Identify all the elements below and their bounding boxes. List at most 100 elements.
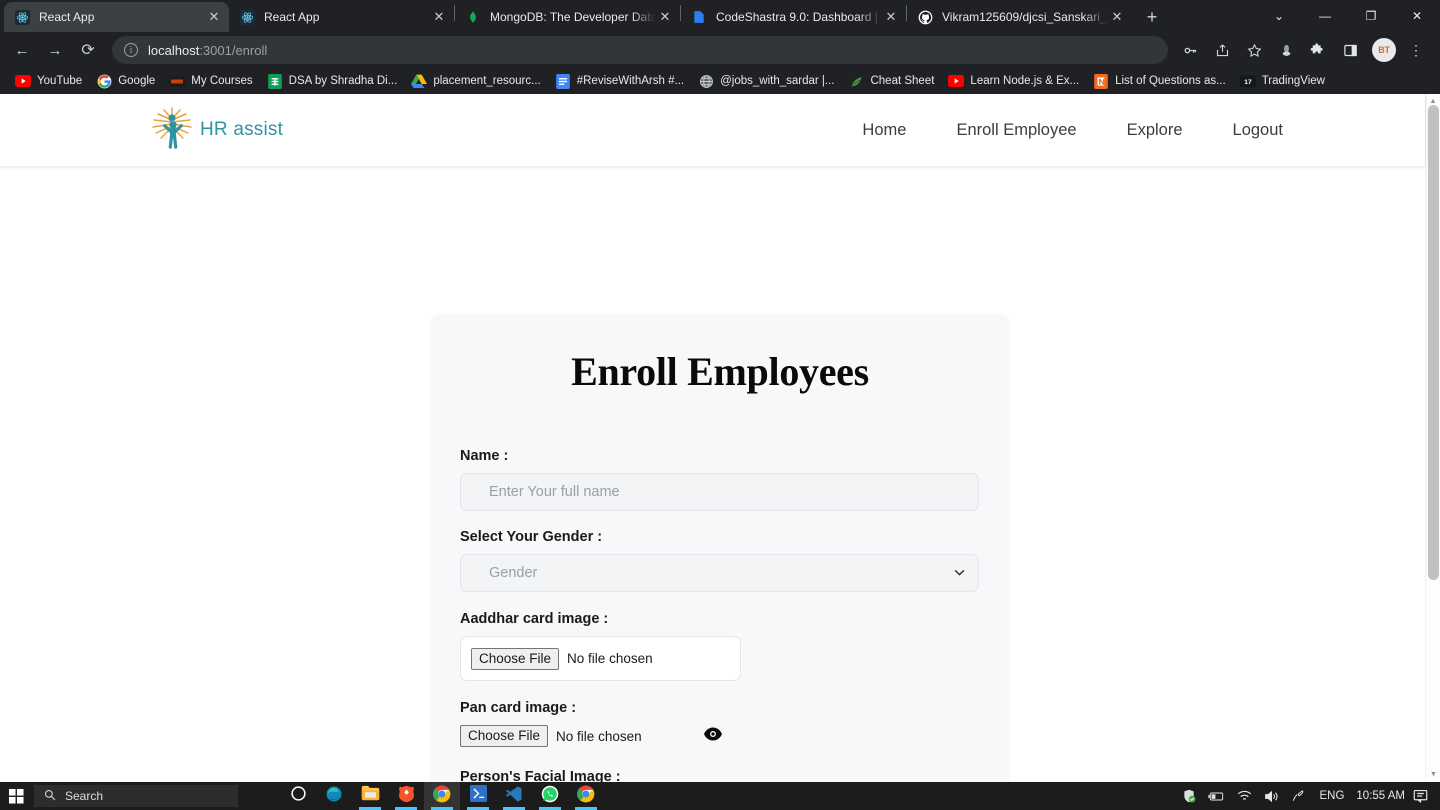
bookmark-revise-with-arsh[interactable]: #ReviseWithArsh #... (548, 71, 691, 91)
battery-icon[interactable] (1208, 791, 1225, 802)
notification-icon[interactable] (1413, 789, 1428, 803)
language-indicator[interactable]: ENG (1319, 790, 1344, 802)
share-icon[interactable] (1209, 37, 1235, 63)
profile-avatar[interactable]: BT (1372, 38, 1396, 62)
gender-select[interactable]: Gender (460, 554, 979, 592)
bookmark-my-courses[interactable]: My Courses (162, 71, 259, 91)
browser-tab-0[interactable]: React App ✕ (4, 2, 229, 32)
site-logo[interactable]: HR assist (150, 106, 283, 154)
clock[interactable]: 10:55 AM (1356, 790, 1405, 802)
window-controls: ⌄ — ❐ ✕ (1256, 0, 1440, 32)
bookmark-star-icon[interactable] (1241, 37, 1267, 63)
browser-menu-icon[interactable]: ⋮ (1403, 37, 1429, 63)
bookmark-placement-resources[interactable]: placement_resourc... (404, 71, 547, 91)
close-icon[interactable]: ✕ (656, 8, 674, 26)
bookmark-label: placement_resourc... (433, 75, 541, 87)
extensions-puzzle-icon[interactable] (1305, 37, 1331, 63)
site-header: HR assist Home Enroll Employee Explore L… (0, 94, 1425, 166)
close-icon[interactable]: ✕ (882, 8, 900, 26)
browser-tab-4[interactable]: Vikram125609/djcsi_Sanskari_Boy ✕ (907, 2, 1132, 32)
wifi-icon[interactable] (1237, 790, 1252, 802)
browser-tab-1[interactable]: React App ✕ (229, 2, 454, 32)
svg-text:17: 17 (1244, 79, 1252, 86)
nav-item-explore[interactable]: Explore (1127, 121, 1183, 140)
chevron-down-icon (954, 568, 965, 579)
close-icon[interactable]: ✕ (430, 8, 448, 26)
browser-tab-3[interactable]: CodeShastra 9.0: Dashboard | De ✕ (681, 2, 906, 32)
bookmark-list-of-questions[interactable]: List of Questions as... (1086, 71, 1233, 91)
scroll-down-icon[interactable]: ▼ (1426, 767, 1440, 782)
bookmark-learn-nodejs[interactable]: Learn Node.js & Ex... (941, 71, 1086, 91)
taskbar-app-file-explorer[interactable] (352, 782, 388, 810)
sheets-icon (267, 73, 283, 89)
nav-item-enroll-employee[interactable]: Enroll Employee (956, 121, 1076, 140)
back-icon[interactable]: ← (8, 36, 36, 64)
taskbar-app-whatsapp[interactable] (532, 782, 568, 810)
enroll-form-card: Enroll Employees Name : Enter Your full … (431, 314, 1009, 782)
field-name: Name : Enter Your full name (460, 448, 980, 511)
taskbar-app-chrome-2[interactable] (568, 782, 604, 810)
search-tabs-icon[interactable]: ⌄ (1256, 0, 1302, 32)
maximize-icon[interactable]: ❐ (1348, 0, 1394, 32)
minimize-icon[interactable]: — (1302, 0, 1348, 32)
name-input[interactable]: Enter Your full name (460, 473, 979, 511)
bookmark-dsa-shradha[interactable]: DSA by Shradha Di... (260, 71, 405, 91)
taskbar-app-copilot[interactable] (280, 782, 316, 810)
nav-item-logout[interactable]: Logout (1233, 121, 1283, 140)
window-close-icon[interactable]: ✕ (1394, 0, 1440, 32)
gender-selected-value: Gender (489, 565, 538, 581)
field-pan: Pan card image : Choose File No file cho… (460, 700, 980, 747)
site-nav: Home Enroll Employee Explore Logout (812, 121, 1425, 140)
volume-icon[interactable] (1264, 790, 1279, 803)
system-tray: ENG 10:55 AM (1176, 789, 1440, 803)
browser-window: React App ✕ React App ✕ MongoDB: The Dev… (0, 0, 1440, 782)
bookmark-google[interactable]: Google (89, 71, 162, 91)
taskbar-app-edge[interactable] (316, 782, 352, 810)
nav-item-home[interactable]: Home (862, 121, 906, 140)
leaf-icon (848, 73, 864, 89)
bookmark-youtube[interactable]: YouTube (8, 71, 89, 91)
address-bar[interactable]: i localhost:3001/enroll (112, 36, 1168, 64)
bookmark-cheat-sheet[interactable]: Cheat Sheet (841, 71, 941, 91)
start-button-icon[interactable] (0, 788, 32, 804)
pan-file-status: No file chosen (556, 728, 642, 744)
taskbar-app-powershell[interactable] (460, 782, 496, 810)
bookmark-label: Cheat Sheet (870, 75, 935, 87)
taskbar-search[interactable]: Search (34, 785, 238, 807)
search-icon (44, 789, 56, 804)
bookmark-label: My Courses (191, 75, 253, 87)
incognito-guest-icon[interactable] (1273, 37, 1299, 63)
password-key-icon[interactable] (1177, 37, 1203, 63)
taskbar-app-chrome[interactable] (424, 782, 460, 810)
shield-icon[interactable] (1182, 789, 1196, 803)
youtube-icon (948, 73, 965, 89)
bookmarks-bar: YouTube Google My Courses DSA by Shradha… (0, 68, 1440, 94)
bookmark-label: List of Questions as... (1115, 75, 1226, 87)
aadhaar-choose-file-button[interactable]: Choose File (471, 647, 560, 670)
close-icon[interactable]: ✕ (1108, 8, 1126, 26)
field-aadhaar: Aaddhar card image : Choose File No file… (460, 611, 980, 681)
page-scrollbar[interactable]: ▲ ▼ (1425, 94, 1440, 782)
field-gender: Select Your Gender : Gender (460, 529, 980, 592)
taskbar-search-placeholder: Search (65, 789, 104, 803)
close-icon[interactable]: ✕ (205, 8, 223, 26)
taskbar-app-vscode[interactable] (496, 782, 532, 810)
pan-choose-file-button[interactable]: Choose File (460, 725, 549, 747)
new-tab-button[interactable]: + (1138, 3, 1166, 31)
reload-icon[interactable]: ⟳ (74, 36, 102, 64)
browser-tab-2[interactable]: MongoDB: The Developer Data P ✕ (455, 2, 680, 32)
pen-icon[interactable] (1291, 789, 1305, 803)
aadhaar-file-wrapper[interactable]: Choose File No file chosen (460, 636, 741, 681)
site-info-icon[interactable]: i (124, 43, 138, 57)
bookmark-label: #ReviseWithArsh #... (576, 75, 685, 87)
browser-toolbar: ← → ⟳ i localhost:3001/enroll BT ⋮ (0, 32, 1440, 68)
taskbar-app-brave[interactable] (388, 782, 424, 810)
side-panel-icon[interactable] (1337, 37, 1363, 63)
bookmark-tradingview[interactable]: 17 TradingView (1233, 71, 1332, 91)
forward-icon[interactable]: → (41, 36, 69, 64)
scrollbar-thumb[interactable] (1428, 105, 1439, 580)
pan-label: Pan card image : (460, 700, 577, 716)
eye-icon[interactable] (703, 727, 722, 745)
bookmark-jobs-with-sardar[interactable]: @jobs_with_sardar |... (691, 71, 841, 91)
tab-title: CodeShastra 9.0: Dashboard | De (716, 10, 882, 24)
